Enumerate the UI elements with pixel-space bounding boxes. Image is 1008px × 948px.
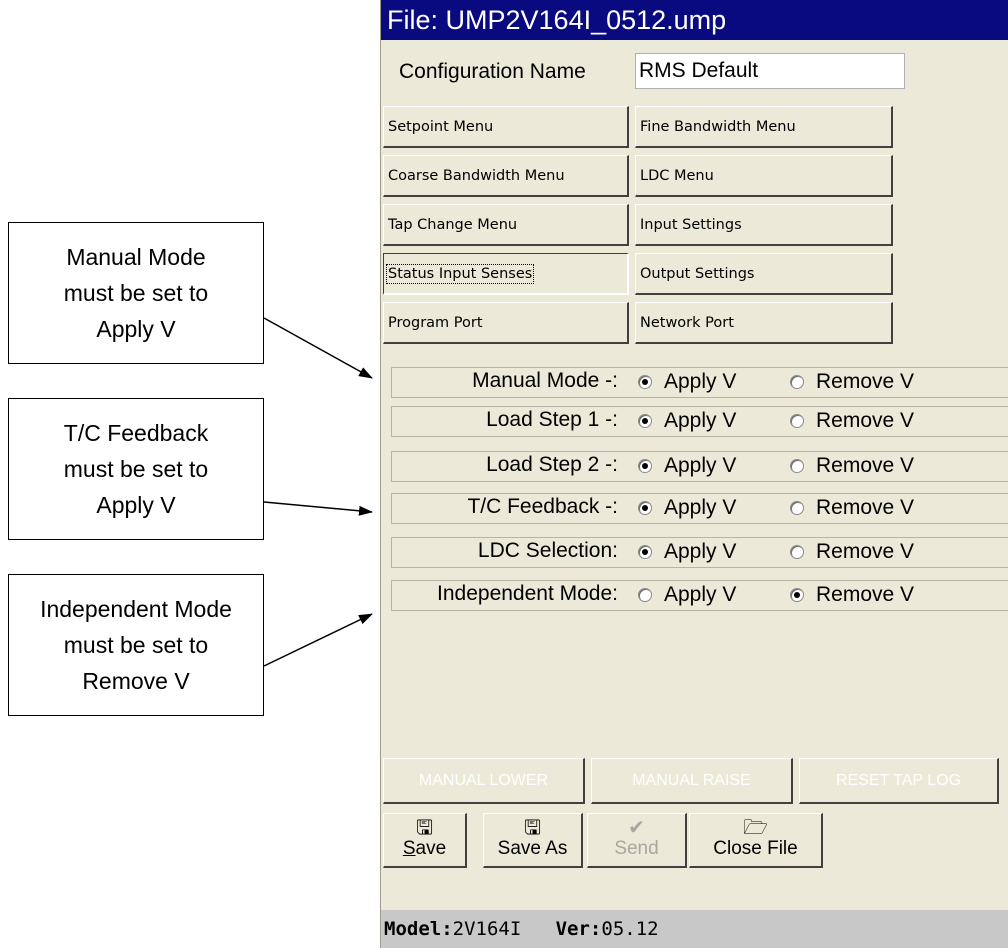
tap-change-menu-button[interactable]: Tap Change Menu	[383, 204, 629, 246]
status-row-load-step-1: Load Step 1 -: Apply V Remove V	[391, 406, 1008, 437]
radio-empty-icon	[790, 545, 804, 559]
radio-empty-icon	[790, 414, 804, 428]
close-file-button[interactable]: 🗁 Close File	[689, 813, 823, 868]
manual-lower-button[interactable]: MANUAL LOWER	[383, 758, 585, 804]
remove-v-radio[interactable]: Remove V	[790, 409, 914, 433]
status-label: Load Step 1 -:	[486, 408, 618, 431]
status-label: Load Step 2 -:	[486, 453, 618, 476]
save-as-button[interactable]: 🖫 Save As	[483, 813, 583, 868]
radio-empty-icon	[638, 588, 652, 602]
radio-empty-icon	[790, 459, 804, 473]
arrow-tc-feedback	[263, 501, 373, 516]
radio-empty-icon	[790, 375, 804, 389]
radio-selected-icon	[638, 414, 652, 428]
remove-v-radio[interactable]: Remove V	[790, 370, 914, 394]
model-value: 2V164I	[452, 918, 522, 940]
remove-v-radio[interactable]: Remove V	[790, 496, 914, 520]
program-port-button[interactable]: Program Port	[383, 302, 629, 344]
radio-selected-icon	[638, 501, 652, 515]
status-row-load-step-2: Load Step 2 -: Apply V Remove V	[391, 451, 1008, 482]
apply-v-radio[interactable]: Apply V	[638, 540, 736, 564]
status-input-senses-button[interactable]: Status Input Senses	[383, 253, 629, 295]
network-port-button[interactable]: Network Port	[635, 302, 893, 344]
checkmark-icon: ✔	[628, 817, 645, 839]
app-window: File: UMP2V164I_0512.ump Configuration N…	[380, 0, 1008, 948]
apply-v-radio[interactable]: Apply V	[638, 496, 736, 520]
send-button[interactable]: ✔ Send	[587, 813, 687, 868]
apply-v-radio[interactable]: Apply V	[638, 454, 736, 478]
version-value: 05.12	[601, 918, 659, 940]
remove-v-radio[interactable]: Remove V	[790, 454, 914, 478]
window-title: File: UMP2V164I_0512.ump	[381, 0, 1008, 40]
apply-v-radio[interactable]: Apply V	[638, 583, 736, 607]
status-row-tc-feedback: T/C Feedback -: Apply V Remove V	[391, 493, 1008, 524]
radio-selected-icon	[638, 545, 652, 559]
save-button[interactable]: 🖫 Save	[383, 813, 467, 868]
status-label: Manual Mode -:	[472, 369, 618, 392]
fine-bandwidth-menu-button[interactable]: Fine Bandwidth Menu	[635, 106, 893, 148]
model-label: Model:	[384, 918, 453, 940]
coarse-bandwidth-menu-button[interactable]: Coarse Bandwidth Menu	[383, 155, 629, 197]
remove-v-radio[interactable]: Remove V	[790, 583, 914, 607]
arrow-manual-mode	[263, 317, 373, 379]
folder-open-icon: 🗁	[743, 817, 768, 839]
status-row-ldc-selection: LDC Selection: Apply V Remove V	[391, 537, 1008, 568]
status-label: T/C Feedback -:	[467, 495, 618, 518]
apply-v-radio[interactable]: Apply V	[638, 409, 736, 433]
reset-tap-log-button[interactable]: RESET TAP LOG	[799, 758, 999, 804]
version-label: Ver:	[555, 918, 602, 940]
status-row-independent-mode: Independent Mode: Apply V Remove V	[391, 580, 1008, 611]
remove-v-radio[interactable]: Remove V	[790, 540, 914, 564]
radio-selected-icon	[790, 588, 804, 602]
config-name-label: Configuration Name	[399, 60, 586, 83]
floppy-disk-icon: 🖫	[415, 817, 434, 839]
radio-empty-icon	[790, 501, 804, 515]
radio-selected-icon	[638, 375, 652, 389]
config-name-input[interactable]: RMS Default	[635, 53, 905, 89]
status-row-manual-mode: Manual Mode -: Apply V Remove V	[391, 367, 1008, 398]
radio-selected-icon	[638, 459, 652, 473]
setpoint-menu-button[interactable]: Setpoint Menu	[383, 106, 629, 148]
status-label: Independent Mode:	[437, 582, 618, 605]
input-settings-button[interactable]: Input Settings	[635, 204, 893, 246]
arrow-independent-mode	[263, 613, 373, 667]
floppy-disk-icon: 🖫	[523, 817, 542, 839]
apply-v-radio[interactable]: Apply V	[638, 370, 736, 394]
ldc-menu-button[interactable]: LDC Menu	[635, 155, 893, 197]
status-bar: Model:2V164I Ver:05.12	[381, 910, 1008, 948]
manual-raise-button[interactable]: MANUAL RAISE	[591, 758, 793, 804]
output-settings-button[interactable]: Output Settings	[635, 253, 893, 295]
status-label: LDC Selection:	[477, 539, 618, 562]
